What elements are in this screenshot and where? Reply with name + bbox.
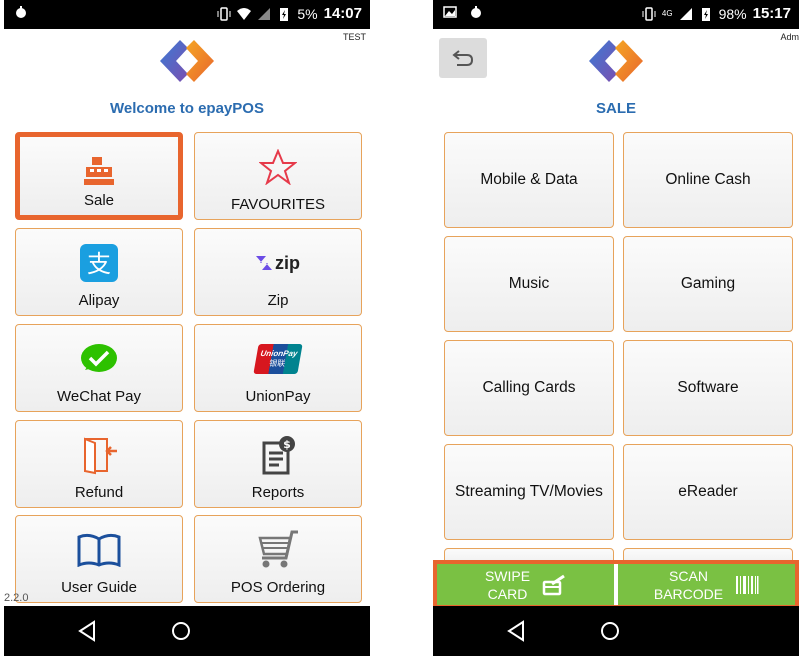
android-nav-bar xyxy=(433,606,799,656)
category-gaming[interactable]: Gaming xyxy=(623,236,793,332)
wechat-icon xyxy=(77,339,121,379)
card-swipe-icon xyxy=(542,574,565,595)
cart-icon xyxy=(256,530,300,570)
battery-charging-icon xyxy=(701,7,710,21)
refund-icon xyxy=(77,435,121,475)
epay-logo-icon xyxy=(160,40,214,82)
category-label: Streaming TV/Movies xyxy=(455,483,603,500)
svg-text:支: 支 xyxy=(87,250,111,278)
alipay-button[interactable]: 支 Alipay xyxy=(15,228,183,316)
scan-label-line2: BARCODE xyxy=(653,585,724,602)
category-label: Music xyxy=(508,275,550,292)
network-type: 4G xyxy=(661,9,673,18)
android-nav-bar xyxy=(4,606,370,656)
wifi-icon xyxy=(237,7,252,20)
reports-button[interactable]: $ Reports xyxy=(194,420,362,508)
vibrate-icon xyxy=(217,6,231,21)
battery-percent: 5% xyxy=(297,5,318,22)
epay-logo-icon xyxy=(589,40,643,82)
pos-ordering-button[interactable]: POS Ordering xyxy=(194,515,362,603)
nav-home-icon[interactable] xyxy=(599,620,621,642)
signal-icon xyxy=(679,7,692,20)
user-guide-label: User Guide xyxy=(61,579,137,596)
reports-icon: $ xyxy=(256,435,300,475)
zip-label: Zip xyxy=(267,292,289,309)
swipe-card-button[interactable]: SWIPE CARD xyxy=(437,564,614,605)
reports-label: Reports xyxy=(251,484,305,501)
environment-label: TEST xyxy=(342,32,366,42)
unionpay-cn-text: 银联 xyxy=(268,359,286,368)
page-title: SALE xyxy=(595,100,636,117)
battery-percent: 98% xyxy=(718,5,747,22)
sale-button[interactable]: Sale xyxy=(15,132,183,220)
category-label: Online Cash xyxy=(665,171,751,188)
category-mobile-data[interactable]: Mobile & Data xyxy=(444,132,614,228)
nav-back-icon[interactable] xyxy=(76,620,98,642)
sale-label: Sale xyxy=(83,192,115,209)
category-online-cash[interactable]: Online Cash xyxy=(623,132,793,228)
payment-action-bar: SWIPE CARD SCAN BARCODE xyxy=(433,560,799,609)
refund-button[interactable]: Refund xyxy=(15,420,183,508)
vibrate-icon xyxy=(642,6,656,21)
user-guide-button[interactable]: User Guide xyxy=(15,515,183,603)
unionpay-text: UnionPay xyxy=(259,349,299,358)
favourites-label: FAVOURITES xyxy=(231,196,325,213)
android-debug-icon xyxy=(16,6,26,18)
scan-label-line1: SCAN xyxy=(669,567,708,584)
android-debug-icon xyxy=(471,6,481,18)
status-bar: 4G 98% 15:17 xyxy=(433,0,799,29)
user-label: Admi xyxy=(780,32,799,42)
swipe-label-line2: CARD xyxy=(487,585,528,602)
scan-barcode-button[interactable]: SCAN BARCODE xyxy=(614,564,795,605)
main-menu-screen: 5% 14:07 TEST Welcome to epayPOS Sale FA… xyxy=(4,0,370,656)
refund-label: Refund xyxy=(74,484,124,501)
wechat-pay-button[interactable]: WeChat Pay xyxy=(15,324,183,412)
zip-text: zip xyxy=(275,252,300,273)
pos-ordering-label: POS Ordering xyxy=(230,579,326,596)
category-label: Mobile & Data xyxy=(480,171,578,188)
nav-home-icon[interactable] xyxy=(170,620,192,642)
barcode-icon xyxy=(736,575,759,594)
alipay-label: Alipay xyxy=(78,292,120,309)
zip-icon: zip xyxy=(243,243,313,283)
category-streaming[interactable]: Streaming TV/Movies xyxy=(444,444,614,540)
sale-screen: 4G 98% 15:17 Admi SALE Mobile & Data Onl… xyxy=(433,0,799,656)
swipe-label-line1: SWIPE xyxy=(484,567,531,584)
undo-arrow-icon xyxy=(452,50,474,66)
back-button[interactable] xyxy=(439,38,487,78)
welcome-title: Welcome to epayPOS xyxy=(110,100,264,117)
nav-back-icon[interactable] xyxy=(505,620,527,642)
category-ereader[interactable]: eReader xyxy=(623,444,793,540)
battery-charging-icon xyxy=(280,7,289,21)
unionpay-button[interactable]: UnionPay 银联 UnionPay xyxy=(194,324,362,412)
category-label: Calling Cards xyxy=(482,379,576,396)
zip-button[interactable]: zip Zip xyxy=(194,228,362,316)
unionpay-icon: UnionPay 银联 xyxy=(253,339,303,379)
clock: 14:07 xyxy=(323,5,362,22)
no-signal-icon xyxy=(258,7,271,20)
image-notification-icon xyxy=(443,6,457,18)
app-version: 2.2.0 xyxy=(4,592,29,604)
status-bar: 5% 14:07 xyxy=(4,0,370,29)
category-calling-cards[interactable]: Calling Cards xyxy=(444,340,614,436)
category-music[interactable]: Music xyxy=(444,236,614,332)
svg-text:$: $ xyxy=(283,438,291,451)
book-icon xyxy=(77,530,121,570)
favourites-button[interactable]: FAVOURITES xyxy=(194,132,362,220)
clock: 15:17 xyxy=(752,5,791,22)
wechat-pay-label: WeChat Pay xyxy=(57,388,141,405)
category-label: Software xyxy=(677,379,739,396)
alipay-icon: 支 xyxy=(77,243,121,283)
category-label: Gaming xyxy=(680,275,736,292)
star-icon xyxy=(256,147,300,187)
category-label: eReader xyxy=(678,483,738,500)
unionpay-label: UnionPay xyxy=(245,388,311,405)
cash-register-icon xyxy=(77,151,121,191)
category-software[interactable]: Software xyxy=(623,340,793,436)
